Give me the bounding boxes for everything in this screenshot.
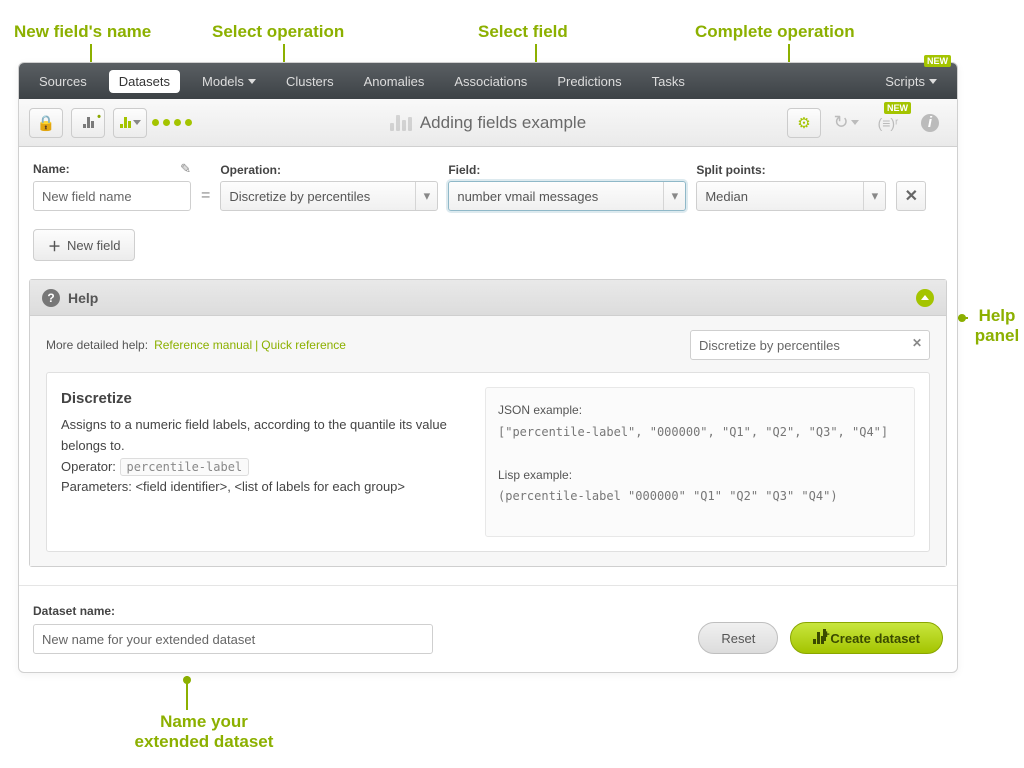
callout-dot — [183, 676, 191, 684]
dataset-name-label: Dataset name: — [33, 604, 433, 618]
expression-button[interactable]: (≡)ʳNEW — [871, 108, 905, 138]
help-subtitle: Discretize — [61, 387, 465, 411]
nav-scripts-label: Scripts — [885, 74, 925, 89]
field-select[interactable]: number vmail messages ▾ — [448, 181, 686, 211]
database-icon — [83, 117, 94, 128]
new-field-label: New field — [67, 238, 120, 253]
dataset-icon-button[interactable]: • — [71, 108, 105, 138]
split-points-select[interactable]: Median ▾ — [696, 181, 886, 211]
more-help-label: More detailed help: — [46, 338, 148, 352]
nav-sources[interactable]: Sources — [31, 68, 95, 95]
new-badge: NEW — [884, 102, 911, 114]
lock-icon: 🔒 — [37, 114, 56, 132]
help-header[interactable]: ? Help — [30, 280, 946, 316]
nav-tasks[interactable]: Tasks — [644, 68, 693, 95]
dataset-name-input[interactable] — [33, 624, 433, 654]
reset-button[interactable]: Reset — [698, 622, 778, 654]
nav-scripts[interactable]: Scripts — [877, 68, 945, 95]
json-example-code: ["percentile-label", "000000", "Q1", "Q2… — [498, 422, 902, 444]
plus-icon: ＋ — [48, 236, 61, 255]
pencil-icon[interactable]: ✎ — [180, 161, 191, 177]
create-dataset-label: Create dataset — [830, 631, 920, 646]
gear-button[interactable]: ⚙ — [787, 108, 821, 138]
app-window: Sources Datasets Models Clusters Anomali… — [18, 62, 958, 673]
navbar: Sources Datasets Models Clusters Anomali… — [19, 63, 957, 99]
callout-newfieldname: New field's name — [14, 22, 151, 42]
callout-helppanel: Help panel — [970, 306, 1024, 347]
close-icon: ✕ — [905, 186, 918, 206]
split-value: Median — [705, 189, 748, 204]
plus-overlay: • — [97, 111, 101, 123]
callout-selectop: Select operation — [212, 22, 344, 42]
quick-reference-link[interactable]: Quick reference — [261, 338, 346, 352]
split-points-label: Split points: — [696, 163, 886, 177]
lisp-example-code: (percentile-label "000000" "Q1" "Q2" "Q3… — [498, 486, 902, 508]
operation-select[interactable]: Discretize by percentiles ▾ — [220, 181, 438, 211]
cloud-icon: ↻ — [833, 112, 848, 133]
bars-icon — [120, 117, 131, 128]
help-icon: ? — [42, 289, 60, 307]
nav-datasets[interactable]: Datasets — [109, 70, 180, 93]
lisp-example-label: Lisp example: — [498, 465, 902, 487]
equals-sign: = — [201, 187, 210, 211]
configure-dataset-button[interactable] — [113, 108, 147, 138]
help-title: Help — [68, 290, 98, 306]
operation-label: Operation: — [220, 163, 438, 177]
gear-icon: ⚙ — [797, 114, 810, 132]
callout-nameextended: Name your extended dataset — [124, 712, 284, 753]
clear-search-icon[interactable]: ✕ — [912, 336, 922, 350]
nav-associations[interactable]: Associations — [446, 68, 535, 95]
chevron-down-icon — [851, 120, 859, 125]
create-icon: + — [813, 632, 824, 644]
parameters-label: Parameters: — [61, 479, 132, 494]
callout-selectfield: Select field — [478, 22, 568, 42]
operator-code: percentile-label — [120, 458, 250, 476]
nav-models-label: Models — [202, 74, 244, 89]
chevron-down-icon: ▾ — [663, 182, 685, 210]
info-button[interactable]: i — [913, 108, 947, 138]
chevron-down-icon — [133, 120, 141, 125]
operator-label: Operator: — [61, 459, 116, 474]
chevron-down-icon — [248, 79, 256, 84]
progress-dots — [155, 108, 189, 138]
toolbar: 🔒 • Adding fields example ⚙ ↻ (≡)ʳNEW i — [19, 99, 957, 147]
footer: Dataset name: Reset + Create dataset — [19, 585, 957, 672]
remove-field-button[interactable]: ✕ — [896, 181, 926, 211]
parameters-value: <field identifier>, <list of labels for … — [135, 479, 405, 494]
help-content-box: Discretize Assigns to a numeric field la… — [46, 372, 930, 552]
reference-manual-link[interactable]: Reference manual — [154, 338, 252, 352]
callout-helppanel-text: Help panel — [975, 306, 1019, 345]
help-search-input[interactable] — [690, 330, 930, 360]
page-title-area: Adding fields example — [197, 113, 779, 133]
name-label: Name: — [33, 162, 70, 176]
nav-clusters[interactable]: Clusters — [278, 68, 342, 95]
title-bars-icon — [390, 115, 412, 131]
collapse-icon[interactable] — [916, 289, 934, 307]
chevron-down-icon: ▾ — [415, 182, 437, 210]
operation-value: Discretize by percentiles — [229, 189, 370, 204]
nav-models[interactable]: Models — [194, 68, 264, 95]
create-dataset-button[interactable]: + Create dataset — [790, 622, 943, 654]
field-value: number vmail messages — [457, 189, 598, 204]
help-panel: ? Help More detailed help: Reference man… — [29, 279, 947, 567]
chevron-down-icon: ▾ — [863, 182, 885, 210]
cloud-refresh-button[interactable]: ↻ — [829, 108, 863, 138]
privacy-lock-button[interactable]: 🔒 — [29, 108, 63, 138]
field-label: Field: — [448, 163, 686, 177]
new-badge: NEW — [924, 55, 951, 67]
help-description: Assigns to a numeric field labels, accor… — [61, 415, 465, 457]
nav-anomalies[interactable]: Anomalies — [356, 68, 433, 95]
new-field-button[interactable]: ＋ New field — [33, 229, 135, 261]
expression-icon: (≡)ʳ — [878, 115, 899, 131]
new-field-name-input[interactable] — [33, 181, 191, 211]
help-body: More detailed help: Reference manual | Q… — [30, 316, 946, 566]
callout-dot — [958, 314, 966, 322]
field-definition-row: Name: ✎ = Operation: Discretize by percen… — [19, 147, 957, 217]
chevron-down-icon — [929, 79, 937, 84]
page-title: Adding fields example — [420, 113, 586, 133]
info-icon: i — [921, 114, 939, 132]
nav-predictions[interactable]: Predictions — [549, 68, 629, 95]
json-example-label: JSON example: — [498, 400, 902, 422]
callout-completeop: Complete operation — [695, 22, 855, 42]
